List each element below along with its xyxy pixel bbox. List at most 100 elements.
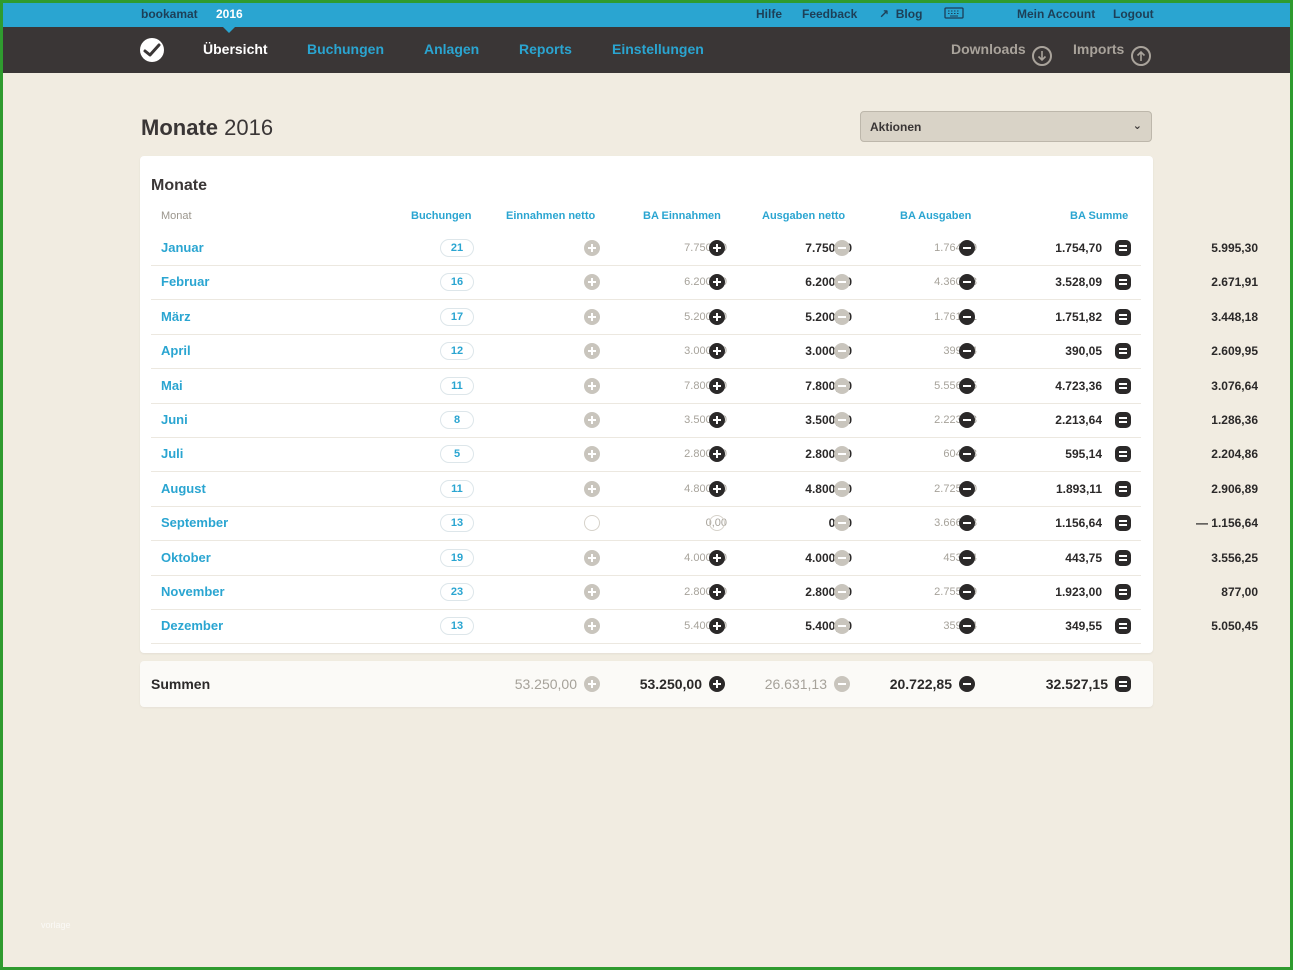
ba-summe-value: 2.204,86: [1211, 447, 1258, 462]
blog-link[interactable]: ↗ Blog: [879, 7, 922, 21]
column-header-buchungen[interactable]: Buchungen: [411, 210, 472, 222]
column-header-ausgaben-netto[interactable]: Ausgaben netto: [762, 210, 845, 222]
plus-icon: [584, 446, 600, 463]
minus-icon: [959, 412, 975, 428]
table-row[interactable]: November 23 2.800,00 2.800,00 2.755,69 1.923,…: [151, 576, 1258, 610]
bookings-count-badge[interactable]: 11: [440, 376, 474, 395]
keyboard-icon[interactable]: [944, 6, 964, 23]
ba-summe-value: 1.286,36: [1211, 413, 1258, 427]
column-header-ba-summe[interactable]: BA Summe: [1070, 210, 1128, 222]
plus-icon: [584, 549, 600, 566]
nav-einstellungen[interactable]: Einstellungen: [612, 41, 704, 57]
ba-ausgaben-value: 595,14: [1065, 447, 1102, 462]
empty-circle-icon: [584, 515, 600, 532]
month-link[interactable]: Juni: [161, 412, 188, 427]
bookings-count-badge[interactable]: 8: [440, 411, 474, 429]
download-arrow-icon[interactable]: [1032, 46, 1052, 66]
table-row[interactable]: Mai 11 7.800,00 7.800,00 5.556,05 4.723,36 3.0…: [151, 370, 1258, 404]
table-row[interactable]: März 17 5.200,00 5.200,00 1.761,51 1.751,82 3.…: [151, 301, 1258, 335]
column-header-ba-ausgaben[interactable]: BA Ausgaben: [900, 210, 971, 222]
ba-summe-value: 3.448,18: [1211, 309, 1258, 324]
nav-buchungen[interactable]: Buchungen: [307, 41, 384, 57]
table-row[interactable]: Dezember135.400,005.400,00359,24349,555.…: [151, 610, 1258, 645]
bookings-count-badge[interactable]: 21: [440, 239, 474, 257]
minus-icon: [834, 549, 850, 566]
table-row[interactable]: September130,000,003.666,331.156,64— 1.1…: [151, 507, 1258, 542]
table-row[interactable]: Februar 16 6.200,00 6.200,00 4.360,78 3.528,0…: [151, 266, 1258, 301]
month-link[interactable]: Mai: [161, 378, 183, 393]
bookings-count-badge[interactable]: 17: [440, 307, 474, 326]
ba-summe-value: 5.050,45: [1211, 619, 1258, 634]
year-selector[interactable]: 2016: [216, 7, 243, 21]
month-link[interactable]: Januar: [161, 240, 204, 255]
brand-link[interactable]: bookamat: [141, 7, 198, 21]
watermark: vorlage: [41, 920, 71, 930]
main-nav: Übersicht Buchungen Anlagen Reports Eins…: [3, 27, 1290, 73]
table-row[interactable]: August 11 4.800,00 4.800,00 2.725,80 1.893,11…: [151, 473, 1258, 507]
equals-icon: [1115, 480, 1131, 497]
sum-ba-ausgaben: 20.722,85: [889, 676, 952, 692]
top-bar: bookamat 2016 Hilfe Feedback ↗ Blog Mein…: [3, 3, 1290, 33]
plus-icon: [584, 343, 600, 360]
bookings-count-badge[interactable]: 13: [440, 617, 474, 636]
bookamat-logo-icon[interactable]: [140, 38, 164, 62]
plus-icon: [584, 412, 600, 428]
my-account-link[interactable]: Mein Account: [1017, 7, 1095, 21]
chevron-down-icon: ⌄: [1132, 120, 1142, 132]
month-link[interactable]: April: [161, 343, 191, 358]
imports-link[interactable]: Imports: [1073, 41, 1124, 57]
plus-icon: [709, 377, 725, 394]
minus-icon: [959, 676, 975, 692]
month-link[interactable]: März: [161, 309, 191, 324]
logout-link[interactable]: Logout: [1113, 7, 1154, 21]
feedback-link[interactable]: Feedback: [802, 7, 857, 21]
downloads-link[interactable]: Downloads: [951, 41, 1026, 57]
minus-icon: [834, 308, 850, 325]
bookings-count-badge[interactable]: 12: [440, 342, 474, 361]
equals-icon: [1115, 446, 1131, 463]
bookings-count-badge[interactable]: 19: [440, 548, 474, 567]
ba-ausgaben-value: 2.213,64: [1055, 413, 1102, 427]
month-link[interactable]: Oktober: [161, 550, 211, 565]
column-header-ba-einnahmen[interactable]: BA Einnahmen: [643, 210, 721, 222]
minus-icon: [834, 412, 850, 428]
plus-icon: [584, 240, 600, 256]
bookings-count-badge[interactable]: 13: [440, 514, 474, 533]
ba-ausgaben-value: 390,05: [1065, 344, 1102, 359]
month-link[interactable]: September: [161, 515, 228, 530]
plus-icon: [709, 240, 725, 256]
nav-anlagen[interactable]: Anlagen: [424, 41, 479, 57]
plus-icon: [584, 480, 600, 497]
actions-dropdown[interactable]: Aktionen ⌄: [860, 111, 1152, 142]
help-link[interactable]: Hilfe: [756, 7, 782, 21]
month-link[interactable]: Dezember: [161, 618, 223, 633]
table-row[interactable]: Juni 8 3.500,00 3.500,00 2.223,33 2.213,64 1.2…: [151, 404, 1258, 438]
table-row[interactable]: April123.000,003.000,00399,74390,052.609…: [151, 335, 1258, 370]
table-row[interactable]: Oktober194.000,004.000,00453,44443,753.5…: [151, 542, 1258, 576]
ba-summe-value: 3.076,64: [1211, 378, 1258, 393]
upload-arrow-icon[interactable]: [1131, 46, 1151, 66]
month-link[interactable]: Februar: [161, 274, 209, 289]
column-header-einnahmen-netto[interactable]: Einnahmen netto: [506, 210, 595, 222]
ba-ausgaben-value: 1.751,82: [1055, 309, 1102, 324]
month-link[interactable]: November: [161, 584, 225, 599]
bookings-count-badge[interactable]: 11: [440, 479, 474, 498]
minus-icon: [834, 676, 850, 692]
month-link[interactable]: August: [161, 481, 206, 496]
bookings-count-badge[interactable]: 16: [440, 273, 474, 292]
bookings-count-badge[interactable]: 23: [440, 583, 474, 601]
nav-reports[interactable]: Reports: [519, 41, 572, 57]
nav-uebersicht[interactable]: Übersicht: [203, 41, 268, 57]
minus-icon: [959, 308, 975, 325]
blog-label: Blog: [895, 7, 923, 21]
page-title-text: Monate: [141, 115, 218, 140]
month-link[interactable]: Juli: [161, 446, 183, 461]
minus-icon: [834, 240, 850, 256]
year-caret-icon: [223, 27, 235, 33]
plus-icon: [709, 480, 725, 497]
bookings-count-badge[interactable]: 5: [440, 445, 474, 464]
table-row[interactable]: Juli52.800,002.800,00604,83595,142.204,8…: [151, 438, 1258, 473]
table-row[interactable]: Januar 21 7.750,00 7.750,00 1.764,39 1.754,70…: [151, 232, 1258, 266]
plus-icon: [709, 676, 725, 692]
equals-icon: [1115, 412, 1131, 428]
